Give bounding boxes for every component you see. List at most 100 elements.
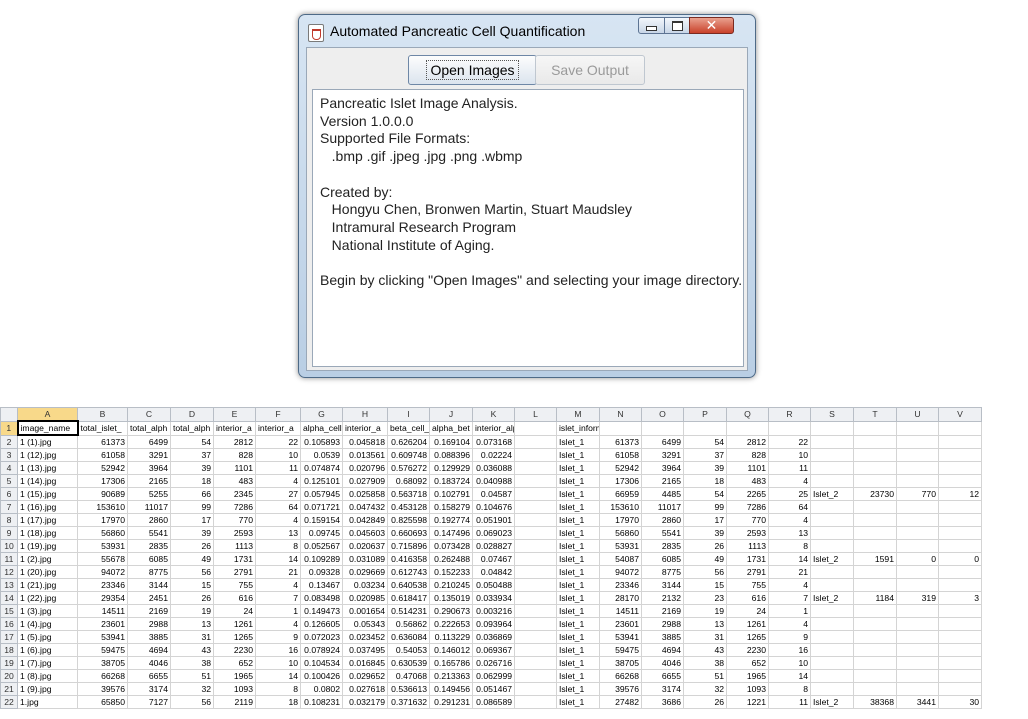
cell[interactable]: 0.113229 (429, 630, 473, 644)
cell[interactable]: 0.093964 (472, 617, 515, 631)
cell[interactable] (853, 448, 897, 462)
column-header-h[interactable]: H (342, 407, 388, 422)
cell[interactable]: 2230 (726, 643, 769, 657)
cell[interactable]: 10 (768, 656, 811, 670)
cell[interactable]: 0.514231 (387, 604, 430, 618)
cell[interactable]: 0.04587 (472, 487, 515, 501)
cell[interactable]: interior_a (213, 420, 256, 436)
cell[interactable]: alpha_cell (300, 420, 343, 436)
cell[interactable]: 53931 (599, 539, 642, 553)
cell[interactable]: 0.020985 (342, 591, 388, 605)
cell[interactable] (810, 643, 854, 657)
cell[interactable]: 1 (5).jpg (17, 630, 78, 644)
cell[interactable] (726, 420, 769, 436)
cell[interactable] (896, 539, 939, 553)
cell[interactable]: 153610 (599, 500, 642, 514)
cell[interactable] (514, 513, 557, 527)
cell[interactable]: 0.291231 (429, 695, 473, 709)
row-header[interactable]: 15 (0, 604, 18, 618)
cell[interactable]: 32 (683, 682, 727, 696)
cell[interactable]: 14511 (77, 604, 128, 618)
cell[interactable]: interior_a (342, 420, 388, 436)
cell[interactable] (810, 604, 854, 618)
cell[interactable] (514, 682, 557, 696)
cell[interactable]: 0.020637 (342, 539, 388, 553)
row-header[interactable]: 13 (0, 578, 18, 592)
row-header[interactable]: 7 (0, 500, 18, 514)
cell[interactable] (853, 526, 897, 540)
cell[interactable]: 90689 (77, 487, 128, 501)
cell[interactable]: 0 (938, 552, 982, 566)
cell[interactable]: 0.129929 (429, 461, 473, 475)
cell[interactable]: 1093 (726, 682, 769, 696)
cell[interactable]: 3964 (127, 461, 171, 475)
cell[interactable] (810, 539, 854, 553)
cell[interactable] (896, 578, 939, 592)
cell[interactable]: 1093 (213, 682, 256, 696)
cell[interactable]: 52942 (77, 461, 128, 475)
cell[interactable]: 8775 (127, 565, 171, 579)
cell[interactable] (853, 500, 897, 514)
cell[interactable]: 1 (255, 604, 301, 618)
cell[interactable] (896, 617, 939, 631)
cell[interactable]: 23601 (77, 617, 128, 631)
cell[interactable]: 0.073168 (472, 434, 515, 449)
cell[interactable]: 14511 (599, 604, 642, 618)
cell[interactable] (514, 617, 557, 631)
cell[interactable] (896, 630, 939, 644)
cell[interactable] (896, 656, 939, 670)
row-header[interactable]: 11 (0, 552, 18, 566)
cell[interactable] (810, 420, 854, 436)
cell[interactable]: 6085 (641, 552, 684, 566)
cell[interactable]: 755 (726, 578, 769, 592)
cell[interactable]: 38368 (853, 695, 897, 709)
column-header-p[interactable]: P (683, 407, 727, 422)
cell[interactable]: Islet_1 (556, 630, 600, 644)
cell[interactable] (896, 604, 939, 618)
cell[interactable]: 43 (683, 643, 727, 657)
cell[interactable]: 1 (14).jpg (17, 474, 78, 488)
row-header[interactable]: 2 (0, 434, 18, 449)
cell[interactable]: 54 (683, 434, 727, 449)
cell[interactable]: 52942 (599, 461, 642, 475)
cell[interactable]: 17306 (599, 474, 642, 488)
row-header[interactable]: 1 (0, 420, 18, 436)
cell[interactable]: Islet_1 (556, 669, 600, 683)
cell[interactable]: 22 (768, 434, 811, 449)
cell[interactable]: 1731 (726, 552, 769, 566)
cell[interactable]: Islet_1 (556, 500, 600, 514)
cell[interactable]: 153610 (77, 500, 128, 514)
cell[interactable] (938, 434, 982, 449)
cell[interactable] (938, 539, 982, 553)
cell[interactable]: 0.033934 (472, 591, 515, 605)
cell[interactable]: 1 (768, 604, 811, 618)
cell[interactable]: total_alph (127, 420, 171, 436)
cell[interactable]: 1 (18).jpg (17, 526, 78, 540)
cell[interactable]: 0.03234 (342, 578, 388, 592)
cell[interactable]: 10 (255, 448, 301, 462)
cell[interactable]: 1965 (213, 669, 256, 683)
cell[interactable] (514, 565, 557, 579)
cell[interactable]: 12 (938, 487, 982, 501)
cell[interactable]: 0.069023 (472, 526, 515, 540)
cell[interactable]: 2169 (641, 604, 684, 618)
cell[interactable]: 0.640538 (387, 578, 430, 592)
cell[interactable]: 0.213363 (429, 669, 473, 683)
cell[interactable]: 39 (683, 461, 727, 475)
cell[interactable]: 14 (768, 552, 811, 566)
cell[interactable]: 0.051901 (472, 513, 515, 527)
column-header-q[interactable]: Q (726, 407, 769, 422)
cell[interactable] (896, 461, 939, 475)
row-header[interactable]: 9 (0, 526, 18, 540)
cell[interactable] (853, 474, 897, 488)
cell[interactable]: 61058 (77, 448, 128, 462)
cell[interactable]: 18 (170, 474, 214, 488)
cell[interactable]: 0.609748 (387, 448, 430, 462)
cell[interactable]: 0.013561 (342, 448, 388, 462)
cell[interactable]: 65850 (77, 695, 128, 709)
cell[interactable]: 0.028827 (472, 539, 515, 553)
cell[interactable]: total_alph (170, 420, 214, 436)
cell[interactable] (896, 526, 939, 540)
cell[interactable] (514, 643, 557, 657)
cell[interactable]: 0.453128 (387, 500, 430, 514)
